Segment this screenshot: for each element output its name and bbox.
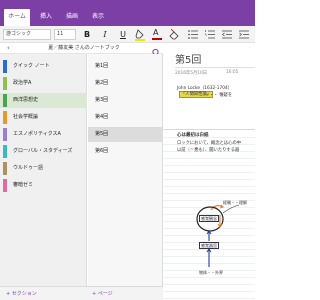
- section-seminar[interactable]: 審暗ゼミ: [0, 178, 87, 193]
- note-body-part: 以前: [177, 148, 186, 153]
- tab-home[interactable]: ホーム: [4, 9, 30, 26]
- ink-diagram[interactable]: 経験・・理解 感覚観念 感覚器官 物体・・外界: [163, 200, 255, 296]
- section-global-studies[interactable]: グローバル・スタディーズ: [0, 144, 87, 159]
- section-label: エスノポリティクスA: [13, 131, 61, 137]
- numbered-list-button[interactable]: [204, 28, 216, 41]
- diagram-node-sense-idea: 感覚観念: [199, 215, 219, 222]
- numbered-list-icon: [204, 30, 215, 39]
- section-quick-notes[interactable]: クイック ノート: [0, 59, 87, 74]
- underline-button[interactable]: U: [117, 28, 129, 41]
- section-ethnopolitics[interactable]: エスノポリティクスA: [0, 127, 87, 142]
- note-text-tag-rest[interactable]: ・・・ 懐疑を: [205, 92, 232, 98]
- page-list: 第1回 第2回 第3回 第4回 第5回 第6回: [88, 54, 163, 286]
- note-body-part: 悪も）、聞いたりする器: [194, 148, 240, 153]
- italic-icon: I: [103, 30, 107, 39]
- page-title[interactable]: 第5回: [175, 51, 201, 66]
- indent-icon: [239, 30, 249, 39]
- bullet-list-icon: [188, 30, 198, 39]
- diagram-label-experience: 経験・・理解: [223, 200, 247, 205]
- ribbon-tab-bar: ホーム 挿入 描画 表示: [0, 0, 255, 26]
- section-label: 西洋思想史: [13, 97, 39, 103]
- tab-view[interactable]: 表示: [88, 9, 108, 26]
- note-body-highlight: （＝: [185, 148, 195, 153]
- section-sociology[interactable]: 社会学概論: [0, 110, 87, 125]
- bold-button[interactable]: B: [81, 28, 93, 41]
- page-item-1[interactable]: 第1回: [88, 59, 163, 74]
- page-item-2[interactable]: 第2回: [88, 76, 163, 91]
- eraser-icon: [169, 28, 179, 40]
- outdent-button[interactable]: [221, 28, 233, 41]
- highlighter-icon: [135, 29, 145, 41]
- add-section-button[interactable]: + セクション: [6, 290, 37, 298]
- notebook-header: ‹ 夏／藤友美 さんのノートブック: [0, 43, 163, 57]
- bottom-bar: + セクション + ページ: [0, 286, 163, 300]
- note-divider: [163, 129, 255, 130]
- note-body-line-2[interactable]: 以前（＝悪も）、聞いたりする器: [177, 147, 239, 153]
- section-label: ウルドゥー語: [13, 165, 44, 171]
- outdent-icon: [222, 30, 232, 39]
- tab-draw[interactable]: 描画: [62, 9, 82, 26]
- section-color-tab: [3, 60, 7, 73]
- page-item-6[interactable]: 第6回: [88, 144, 163, 159]
- section-list: クイック ノート 政治学A 西洋思想史 社会学概論 エスノポリティクスA グロー…: [0, 54, 87, 286]
- page-item-5[interactable]: 第5回: [88, 127, 163, 142]
- section-label: 政治学A: [13, 80, 32, 86]
- section-color-tab: [3, 111, 7, 124]
- indent-button[interactable]: [238, 28, 250, 41]
- font-color-swatch: [152, 38, 162, 40]
- diagram-node-sense-organ: 感覚器官: [199, 242, 219, 249]
- search-button[interactable]: [150, 43, 160, 57]
- onenote-app: ホーム 挿入 描画 表示 游ゴシック 11 B I U A ‹ 夏／藤友美 さん…: [0, 0, 255, 300]
- section-color-tab: [3, 162, 7, 175]
- chevron-left-icon[interactable]: ‹: [7, 44, 10, 53]
- page-time: 16:05: [226, 70, 239, 75]
- page-item-3[interactable]: 第3回: [88, 93, 163, 108]
- bold-icon: B: [83, 30, 91, 39]
- section-politics-a[interactable]: 政治学A: [0, 76, 87, 91]
- page-item-4[interactable]: 第4回: [88, 110, 163, 125]
- diagram-label-object: 物体・・外界: [199, 270, 223, 275]
- section-color-tab: [3, 77, 7, 90]
- section-western-thought[interactable]: 西洋思想史: [0, 93, 87, 108]
- section-urdu[interactable]: ウルドゥー語: [0, 161, 87, 176]
- page-date: 2016年5月10日: [175, 71, 208, 76]
- bullet-list-button[interactable]: [187, 28, 199, 41]
- note-canvas[interactable]: 第5回 2016年5月10日 16:05 John Locke（1632-170…: [163, 43, 255, 300]
- section-color-tab: [3, 94, 7, 107]
- font-name-box[interactable]: 游ゴシック: [3, 29, 51, 40]
- section-color-tab: [3, 179, 7, 192]
- formatting-toolbar: 游ゴシック 11 B I U A: [0, 26, 255, 43]
- section-label: 社会学概論: [13, 114, 39, 120]
- section-label: 審暗ゼミ: [13, 182, 34, 188]
- section-color-tab: [3, 145, 7, 158]
- italic-button[interactable]: I: [99, 28, 111, 41]
- note-body-line-1[interactable]: ロックにおいて、概念とは心の中: [177, 140, 241, 146]
- eraser-button[interactable]: [168, 28, 180, 41]
- section-label: グローバル・スタディーズ: [13, 148, 73, 154]
- add-page-button[interactable]: + ページ: [92, 290, 113, 298]
- section-label: クイック ノート: [13, 63, 50, 69]
- tab-insert[interactable]: 挿入: [36, 9, 56, 26]
- title-underline: [175, 67, 255, 68]
- highlighter-button[interactable]: [134, 28, 146, 41]
- notebook-title[interactable]: 夏／藤友美 さんのノートブック: [20, 44, 148, 53]
- font-color-button[interactable]: A: [151, 28, 163, 41]
- font-size-box[interactable]: 11: [54, 29, 76, 40]
- note-section-title[interactable]: 心は最初は白紙: [177, 132, 209, 138]
- underline-icon: U: [120, 30, 126, 39]
- section-color-tab: [3, 128, 7, 141]
